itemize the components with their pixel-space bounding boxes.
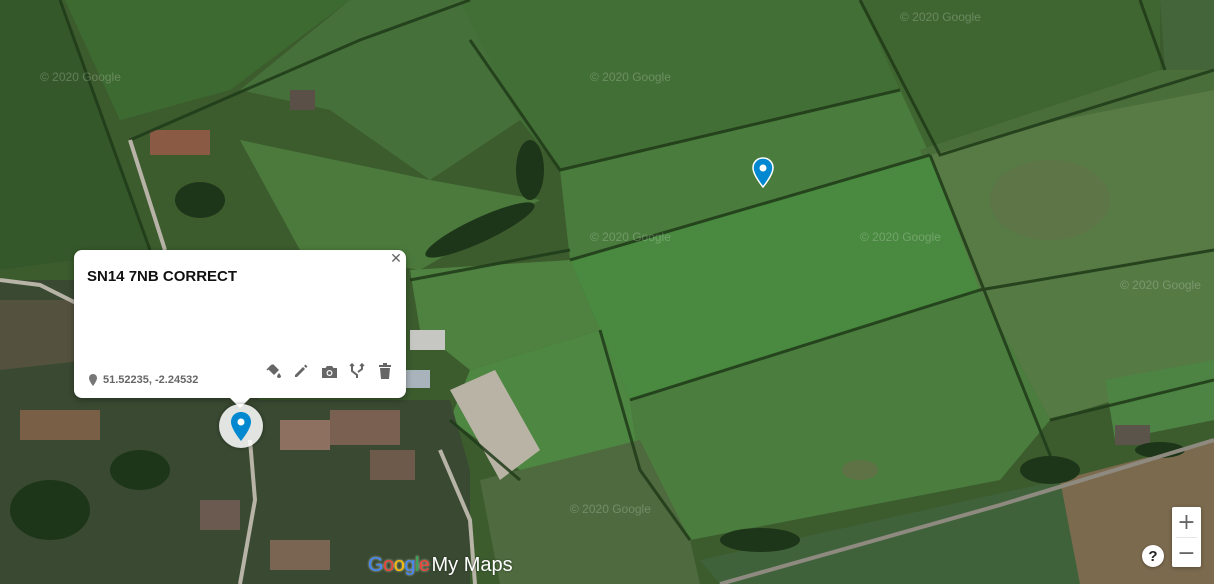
google-letter: e bbox=[418, 554, 430, 576]
directions-icon[interactable] bbox=[348, 362, 366, 380]
paint-bucket-icon[interactable] bbox=[264, 362, 282, 380]
google-my-maps-logo: Google My Maps bbox=[368, 554, 513, 577]
map-pin-icon bbox=[231, 411, 251, 441]
info-coordinates: 51.52235, -2.24532 bbox=[89, 374, 198, 386]
map-pin-icon bbox=[752, 157, 774, 188]
coordinates-text: 51.52235, -2.24532 bbox=[103, 374, 199, 386]
google-letter: G bbox=[368, 554, 384, 576]
info-title: SN14 7NB CORRECT bbox=[87, 268, 238, 285]
google-letter: o bbox=[393, 554, 405, 576]
zoom-controls: + − bbox=[1172, 507, 1201, 567]
trash-icon[interactable] bbox=[376, 362, 394, 380]
info-window: ✕ SN14 7NB CORRECT 51.52235, -2.24532 bbox=[74, 250, 406, 408]
pencil-icon[interactable] bbox=[292, 362, 310, 380]
location-pin-icon bbox=[89, 374, 97, 386]
map-pin-marker[interactable] bbox=[752, 157, 774, 188]
help-button[interactable]: ? bbox=[1142, 545, 1164, 567]
zoom-in-button[interactable]: + bbox=[1172, 507, 1201, 537]
google-letter: o bbox=[383, 554, 394, 576]
google-letter: g bbox=[404, 554, 415, 576]
my-maps-wordmark: My Maps bbox=[431, 554, 513, 576]
info-toolbar bbox=[264, 362, 394, 380]
camera-icon[interactable] bbox=[320, 362, 338, 380]
close-icon[interactable]: ✕ bbox=[388, 251, 404, 267]
selected-map-marker[interactable] bbox=[219, 404, 263, 448]
google-wordmark: Google bbox=[368, 554, 430, 577]
zoom-out-button[interactable]: − bbox=[1172, 538, 1201, 568]
